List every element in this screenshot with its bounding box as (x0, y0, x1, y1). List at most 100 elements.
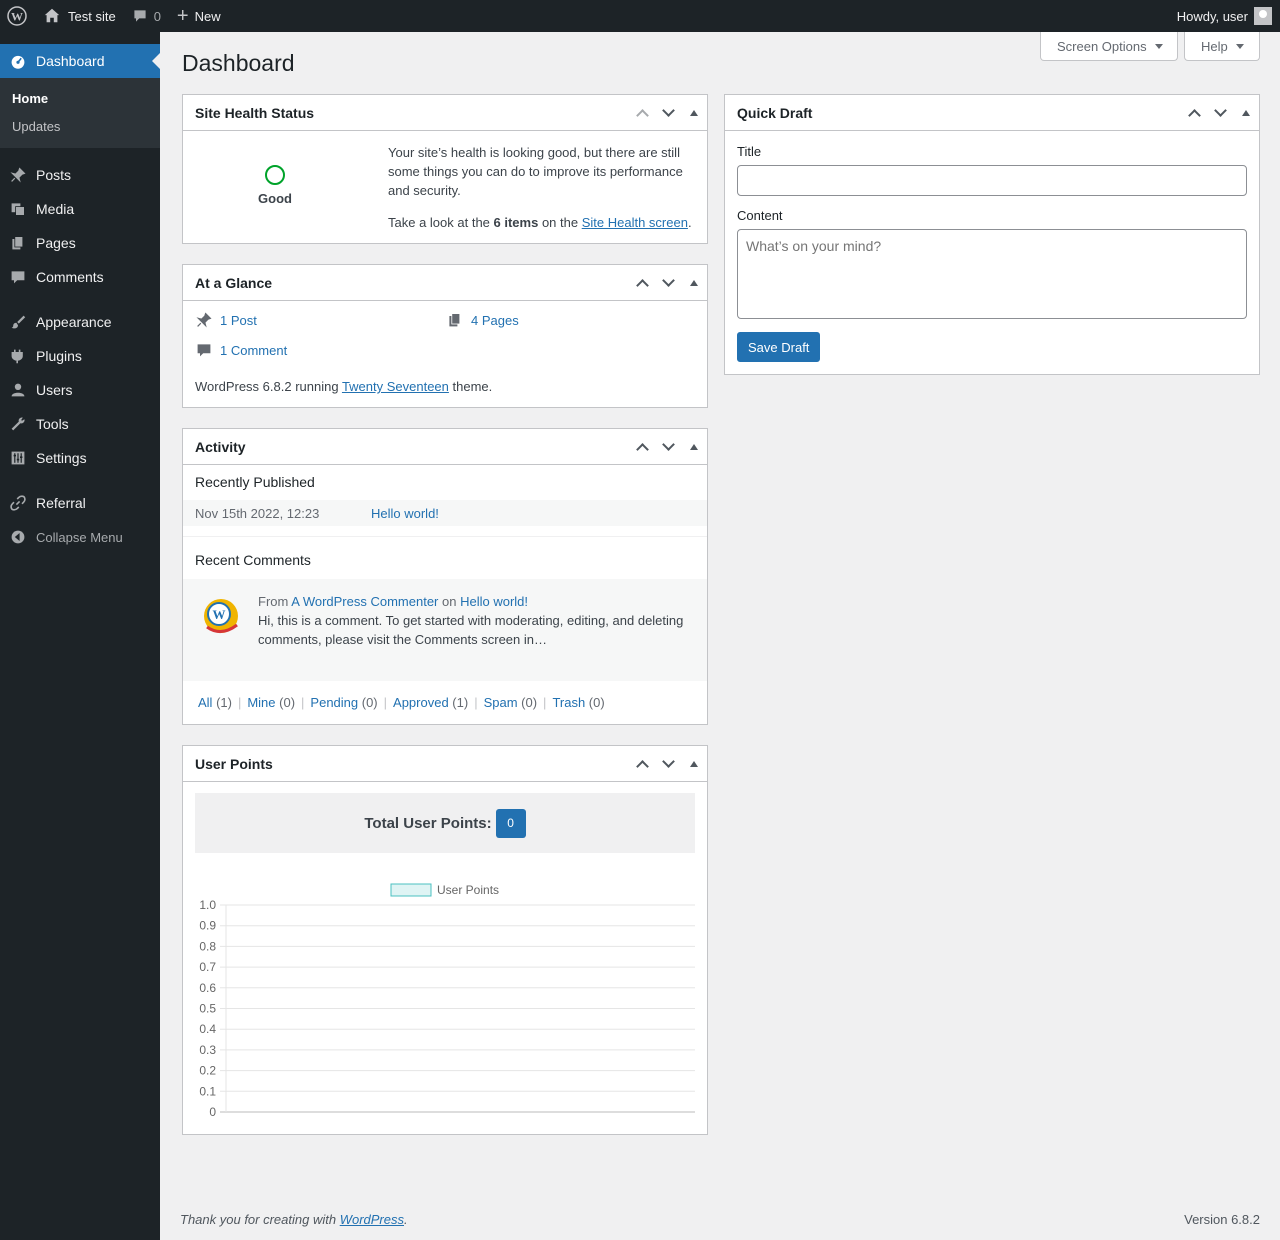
theme-link[interactable]: Twenty Seventeen (342, 379, 449, 394)
chevron-up-icon (635, 442, 649, 456)
home-icon (44, 8, 60, 23)
comment-filter-pending[interactable]: Pending (310, 695, 358, 710)
comments-link[interactable]: 0 (124, 0, 169, 32)
sidebar-item-label: Referral (36, 495, 86, 511)
sidebar-item-appearance[interactable]: Appearance (0, 305, 160, 339)
move-up-button[interactable] (629, 95, 655, 131)
text-fragment: Thank you for creating with (180, 1212, 340, 1227)
sidebar-item-label: Users (36, 382, 73, 398)
glance-pages: 4 Pages (446, 311, 519, 329)
site-name-link[interactable]: Test site (35, 0, 124, 32)
sidebar-item-media[interactable]: Media (0, 192, 160, 226)
toggle-panel-button[interactable] (681, 95, 707, 131)
posts-count-link[interactable]: 1 Post (220, 313, 257, 328)
comment-filter-spam[interactable]: Spam (484, 695, 518, 710)
legend-label: User Points (437, 883, 499, 897)
toggle-panel-button[interactable] (681, 746, 707, 782)
pages-count-link[interactable]: 4 Pages (471, 313, 519, 328)
site-health-screen-link[interactable]: Site Health screen (582, 215, 688, 230)
chevron-up-icon (635, 278, 649, 292)
sidebar-item-comments[interactable]: Comments (0, 260, 160, 294)
recent-comments-heading: Recent Comments (195, 552, 311, 568)
comment-filter-mine[interactable]: Mine (247, 695, 275, 710)
draft-content-textarea[interactable] (737, 229, 1247, 319)
sidebar-item-posts[interactable]: Posts (0, 158, 160, 192)
move-up-button[interactable] (1181, 95, 1207, 131)
sidebar-item-pages[interactable]: Pages (0, 226, 160, 260)
chevron-down-icon (661, 754, 675, 768)
separator: | (237, 695, 242, 710)
widget-header: User Points (183, 746, 707, 782)
comment-bubble-icon (10, 269, 26, 285)
move-down-button[interactable] (1207, 95, 1233, 131)
activity-widget: Activity Recently Published Nov 15th 202… (182, 428, 708, 725)
sidebar-item-users[interactable]: Users (0, 373, 160, 407)
new-label: New (194, 8, 221, 24)
plus-icon: + (176, 5, 189, 27)
wordpress-link[interactable]: WordPress (340, 1212, 404, 1227)
sidebar-item-settings[interactable]: Settings (0, 441, 160, 475)
screen-options-button[interactable]: Screen Options (1040, 32, 1178, 61)
site-name: Test site (68, 8, 116, 24)
comment-filter-all[interactable]: All (198, 695, 212, 710)
submenu-updates[interactable]: Updates (0, 113, 160, 141)
footer-version: Version 6.8.2 (1184, 1212, 1260, 1227)
text-fragment: WordPress 6.8.2 running (195, 379, 342, 394)
text-fragment: From (258, 594, 289, 609)
comment-post-link[interactable]: Hello world! (460, 594, 528, 609)
sidebar-item-referral[interactable]: Referral (0, 486, 160, 520)
caret-down-icon (1235, 43, 1244, 49)
draft-title-input[interactable] (737, 165, 1247, 196)
move-down-button[interactable] (655, 265, 681, 301)
footer-thanks: Thank you for creating with WordPress. (180, 1212, 408, 1227)
toggle-panel-button[interactable] (681, 265, 707, 301)
help-button[interactable]: Help (1184, 32, 1260, 61)
chevron-up-icon (635, 108, 649, 122)
published-post-link[interactable]: Hello world! (371, 506, 439, 521)
commenter-avatar: W (199, 593, 243, 637)
widget-title: Site Health Status (195, 104, 315, 121)
triangle-up-icon (690, 109, 698, 116)
save-draft-button[interactable]: Save Draft (737, 332, 821, 362)
move-up-button[interactable] (629, 429, 655, 465)
total-points-label: Total User Points: (364, 814, 492, 832)
move-down-button[interactable] (655, 95, 681, 131)
comment-filter-approved[interactable]: Approved (393, 695, 449, 710)
collapse-menu-button[interactable]: Collapse Menu (0, 520, 160, 554)
plug-icon (10, 348, 26, 364)
wordpress-logo-icon[interactable]: W (0, 0, 35, 32)
sidebar-item-label: Dashboard (36, 53, 105, 69)
sidebar-item-tools[interactable]: Tools (0, 407, 160, 441)
commenter-link[interactable]: A WordPress Commenter (291, 594, 438, 609)
glance-posts: 1 Post (195, 311, 257, 329)
glance-comments: 1 Comment (195, 341, 287, 359)
move-up-button[interactable] (629, 265, 655, 301)
text-fragment: theme. (448, 379, 493, 394)
move-down-button[interactable] (655, 746, 681, 782)
toggle-panel-button[interactable] (1233, 95, 1259, 131)
widget-header: At a Glance (183, 265, 707, 301)
separator: | (301, 695, 305, 710)
sidebar-item-label: Comments (36, 269, 104, 285)
chevron-down-icon (661, 103, 675, 117)
new-content-link[interactable]: + New (169, 0, 229, 32)
collapse-menu-label: Collapse Menu (36, 529, 123, 545)
chart-y-ticks: 1.0 0.9 0.8 0.7 0.6 0.5 0.4 0.3 0.2 0.1 0 (199, 898, 216, 1119)
total-points-badge: 0 (495, 808, 526, 838)
comment-filter-trash[interactable]: Trash (552, 695, 585, 710)
submenu-home[interactable]: Home (0, 85, 160, 113)
legend-swatch[interactable] (390, 883, 432, 897)
move-up-button[interactable] (629, 746, 655, 782)
total-points-box: Total User Points: 0 (195, 793, 695, 853)
comment-filter-count: (0) (517, 695, 538, 710)
comments-count-link[interactable]: 1 Comment (220, 343, 287, 358)
widget-header: Activity (183, 429, 707, 465)
toggle-panel-button[interactable] (681, 429, 707, 465)
sidebar-item-dashboard[interactable]: Dashboard (0, 44, 160, 78)
y-tick-label: 0 (209, 1105, 216, 1119)
y-tick-label: 1.0 (199, 898, 216, 912)
sidebar-item-plugins[interactable]: Plugins (0, 339, 160, 373)
move-down-button[interactable] (655, 429, 681, 465)
my-account-link[interactable]: Howdy, user (1169, 0, 1280, 32)
user-points-widget: User Points Total User Points: 0 User Po… (182, 745, 708, 1135)
